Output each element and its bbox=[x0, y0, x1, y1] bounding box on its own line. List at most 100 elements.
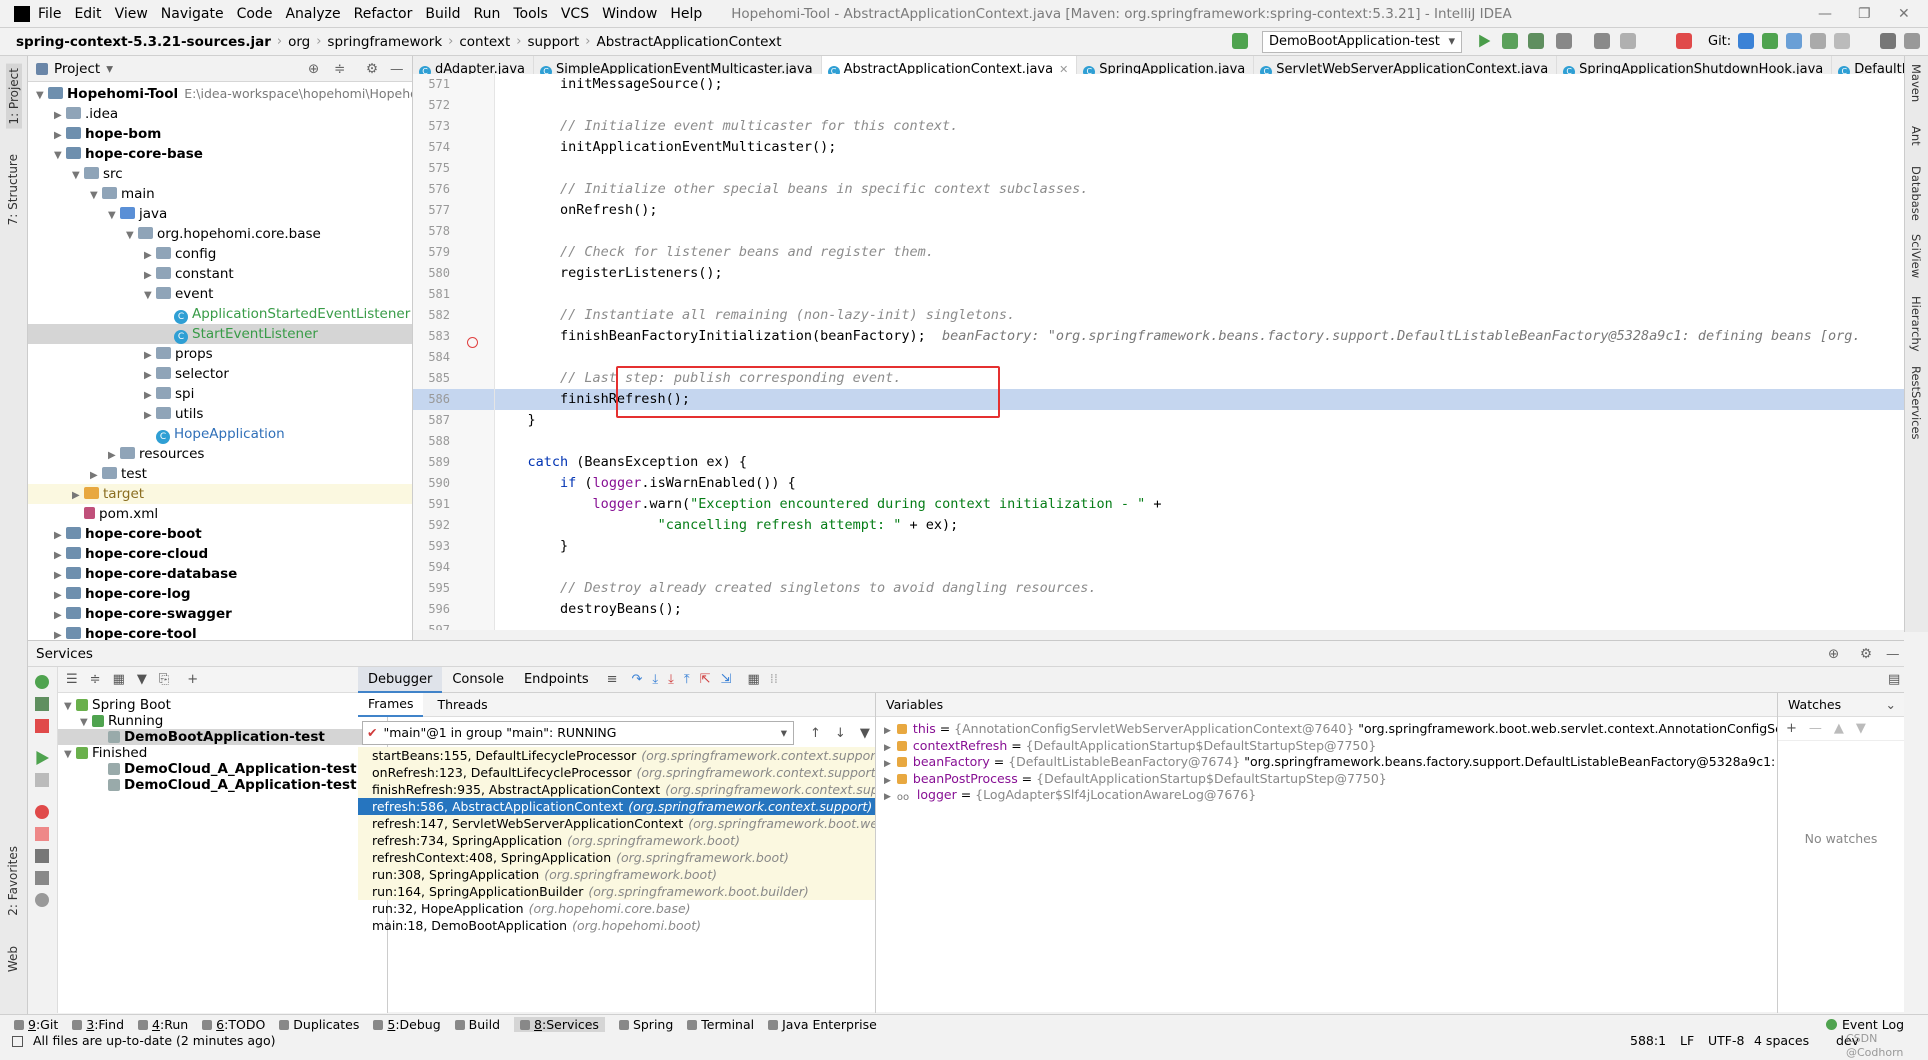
code-line[interactable]: initMessageSource(); bbox=[495, 74, 1904, 95]
project-structure-icon[interactable] bbox=[1880, 33, 1896, 49]
code-line[interactable]: registerListeners(); bbox=[495, 263, 1904, 284]
tool-button-debug[interactable]: 5: Debug bbox=[373, 1017, 441, 1032]
chevron-down-icon[interactable]: ▾ bbox=[106, 61, 113, 77]
stack-frame[interactable]: finishRefresh:935, AbstractApplicationCo… bbox=[358, 781, 875, 798]
expand-arrow-icon[interactable]: ▼ bbox=[36, 86, 48, 106]
right-tool-hierarchy[interactable]: Hierarchy bbox=[1909, 296, 1923, 352]
expand-arrow-icon[interactable]: ▼ bbox=[126, 226, 138, 246]
tool-button-build[interactable]: Build bbox=[454, 1017, 500, 1032]
expand-arrow-icon[interactable]: ▶ bbox=[144, 366, 156, 386]
menu-item-edit[interactable]: Edit bbox=[74, 6, 101, 22]
breadcrumb-item[interactable]: spring-context-5.3.21-sources.jar bbox=[16, 34, 271, 50]
structure-tool-button[interactable]: 7: Structure bbox=[6, 154, 20, 225]
run-to-cursor-icon[interactable]: ⇲ bbox=[721, 672, 732, 687]
expand-arrow-icon[interactable]: ▶ bbox=[884, 792, 891, 802]
debug-icon[interactable] bbox=[1502, 33, 1518, 49]
expand-arrow-icon[interactable]: ▼ bbox=[90, 186, 102, 206]
run-icon[interactable] bbox=[1479, 34, 1491, 48]
stop-icon[interactable] bbox=[35, 719, 49, 733]
code-line[interactable]: "cancelling refresh attempt: " + ex); bbox=[495, 515, 1904, 536]
stack-frame[interactable]: startBeans:155, DefaultLifecycleProcesso… bbox=[358, 747, 875, 764]
code-line[interactable]: destroyBeans(); bbox=[495, 599, 1904, 620]
variable-row[interactable]: ▶ beanPostProcess = {DefaultApplicationSt… bbox=[876, 771, 1777, 788]
expand-arrow-icon[interactable]: ▶ bbox=[144, 386, 156, 406]
tree-node[interactable]: ▶ hope-core-swagger bbox=[28, 604, 412, 624]
tab-frames[interactable]: Frames bbox=[358, 692, 424, 717]
breadcrumb-item[interactable]: springframework bbox=[327, 34, 442, 50]
step-out-icon[interactable]: ⤒ bbox=[684, 672, 690, 687]
project-tool-button[interactable]: 1: Project bbox=[6, 64, 22, 129]
tab-threads[interactable]: Threads bbox=[423, 697, 501, 712]
tab-console[interactable]: Console bbox=[442, 667, 514, 693]
new-tab-icon[interactable]: ⎘ bbox=[159, 672, 169, 687]
code-line[interactable]: // Initialize other special beans in spe… bbox=[495, 179, 1904, 200]
expand-arrow-icon[interactable]: ▶ bbox=[144, 346, 156, 366]
favorites-tool-button[interactable]: 2: Favorites bbox=[6, 846, 20, 916]
code-line[interactable]: // Initialize event multicaster for this… bbox=[495, 116, 1904, 137]
hide-icon[interactable]: — bbox=[1886, 646, 1900, 662]
resume-program-icon[interactable] bbox=[36, 751, 49, 765]
code-line[interactable]: // Instantiate all remaining (non-lazy-i… bbox=[495, 305, 1904, 326]
menu-item-navigate[interactable]: Navigate bbox=[161, 6, 224, 22]
menu-item-run[interactable]: Run bbox=[474, 6, 501, 22]
tree-node[interactable]: ▼ java bbox=[28, 204, 412, 224]
menu-item-file[interactable]: File bbox=[38, 6, 61, 22]
menu-item-code[interactable]: Code bbox=[237, 6, 273, 22]
expand-arrow-icon[interactable]: ▼ bbox=[54, 146, 66, 166]
tree-node[interactable]: ▶ props bbox=[28, 344, 412, 364]
stack-frame[interactable]: main:18, DemoBootApplication (org.hopehom… bbox=[358, 917, 875, 934]
expand-arrow-icon[interactable]: ▶ bbox=[144, 406, 156, 426]
tab-debugger[interactable]: Debugger bbox=[358, 666, 443, 693]
code-line[interactable]: } bbox=[495, 536, 1904, 557]
expand-arrow-icon[interactable]: ▶ bbox=[884, 759, 891, 769]
tree-node[interactable]: ▼ src bbox=[28, 164, 412, 184]
tree-node[interactable]: pom.xml bbox=[28, 504, 412, 524]
expand-arrow-icon[interactable]: ▶ bbox=[144, 246, 156, 266]
tree-node[interactable]: C ApplicationStartedEventListener bbox=[28, 304, 412, 324]
code-line[interactable] bbox=[495, 557, 1904, 578]
tree-node[interactable]: ▼ Hopehomi-Tool E:\idea-workspace\hopehomi… bbox=[28, 84, 412, 104]
variable-row[interactable]: ▶ beanFactory = {DefaultListableBeanFacto… bbox=[876, 754, 1777, 771]
right-tool-database[interactable]: Database bbox=[1909, 166, 1923, 221]
code-line[interactable] bbox=[495, 347, 1904, 368]
chevron-down-icon[interactable]: ⌄ bbox=[1886, 697, 1896, 712]
tree-node[interactable]: ▶ resources bbox=[28, 444, 412, 464]
thread-select[interactable]: ✔ "main"@1 in group "main": RUNNING ▾ bbox=[362, 721, 794, 745]
tool-button-duplicates[interactable]: Duplicates bbox=[279, 1017, 359, 1032]
stack-frame[interactable]: run:32, HopeApplication (org.hopehomi.cor… bbox=[358, 900, 875, 917]
menu-item-analyze[interactable]: Analyze bbox=[285, 6, 340, 22]
force-step-into-icon[interactable]: ⤓ bbox=[668, 672, 674, 687]
code-line[interactable]: logger.warn("Exception encountered durin… bbox=[495, 494, 1904, 515]
tree-node[interactable]: ▶ utils bbox=[28, 404, 412, 424]
layout-toggle-icon[interactable] bbox=[12, 1035, 23, 1047]
coverage-icon[interactable] bbox=[1528, 33, 1544, 49]
code-line[interactable] bbox=[495, 284, 1904, 305]
profile-icon[interactable] bbox=[1556, 33, 1572, 49]
minimize-icon[interactable]: — bbox=[1818, 6, 1832, 22]
tab-endpoints[interactable]: Endpoints bbox=[514, 667, 599, 693]
code-line[interactable]: // Destroy already created singletons to… bbox=[495, 578, 1904, 599]
breadcrumb-item[interactable]: org bbox=[288, 34, 310, 50]
right-tool-restservices[interactable]: RestServices bbox=[1909, 366, 1923, 440]
expand-arrow-icon[interactable]: ▶ bbox=[54, 126, 66, 146]
service-node[interactable]: ▼ Finished bbox=[58, 745, 387, 761]
tool-button-run[interactable]: 4: Run bbox=[138, 1017, 188, 1032]
run-configuration-select[interactable]: DemoBootApplication-test ▾ bbox=[1262, 31, 1462, 53]
expand-arrow-icon[interactable]: ▶ bbox=[884, 743, 891, 753]
rerun-icon[interactable] bbox=[35, 675, 49, 689]
tree-node[interactable]: ▼ event bbox=[28, 284, 412, 304]
hide-icon[interactable]: — bbox=[390, 61, 404, 77]
arrow-down-icon[interactable]: ↓ bbox=[835, 726, 846, 741]
view-breakpoints-icon[interactable] bbox=[35, 805, 49, 819]
stack-frame[interactable]: refresh:586, AbstractApplicationContext (… bbox=[358, 798, 875, 815]
stop-icon[interactable] bbox=[1676, 33, 1692, 49]
step-into-icon[interactable]: ⤓ bbox=[652, 672, 658, 687]
stack-frame[interactable]: onRefresh:123, DefaultLifecycleProcessor… bbox=[358, 764, 875, 781]
menu-icon[interactable]: ≡ bbox=[607, 672, 618, 687]
move-down-icon[interactable]: ▼ bbox=[1856, 721, 1866, 736]
service-node[interactable]: DemoCloud_A_Application-test bbox=[58, 761, 387, 777]
project-header-label[interactable]: Project bbox=[54, 61, 100, 77]
code-line[interactable]: // Check for listener beans and register… bbox=[495, 242, 1904, 263]
tree-node[interactable]: ▶ constant bbox=[28, 264, 412, 284]
maximize-icon[interactable]: ❐ bbox=[1858, 6, 1871, 22]
